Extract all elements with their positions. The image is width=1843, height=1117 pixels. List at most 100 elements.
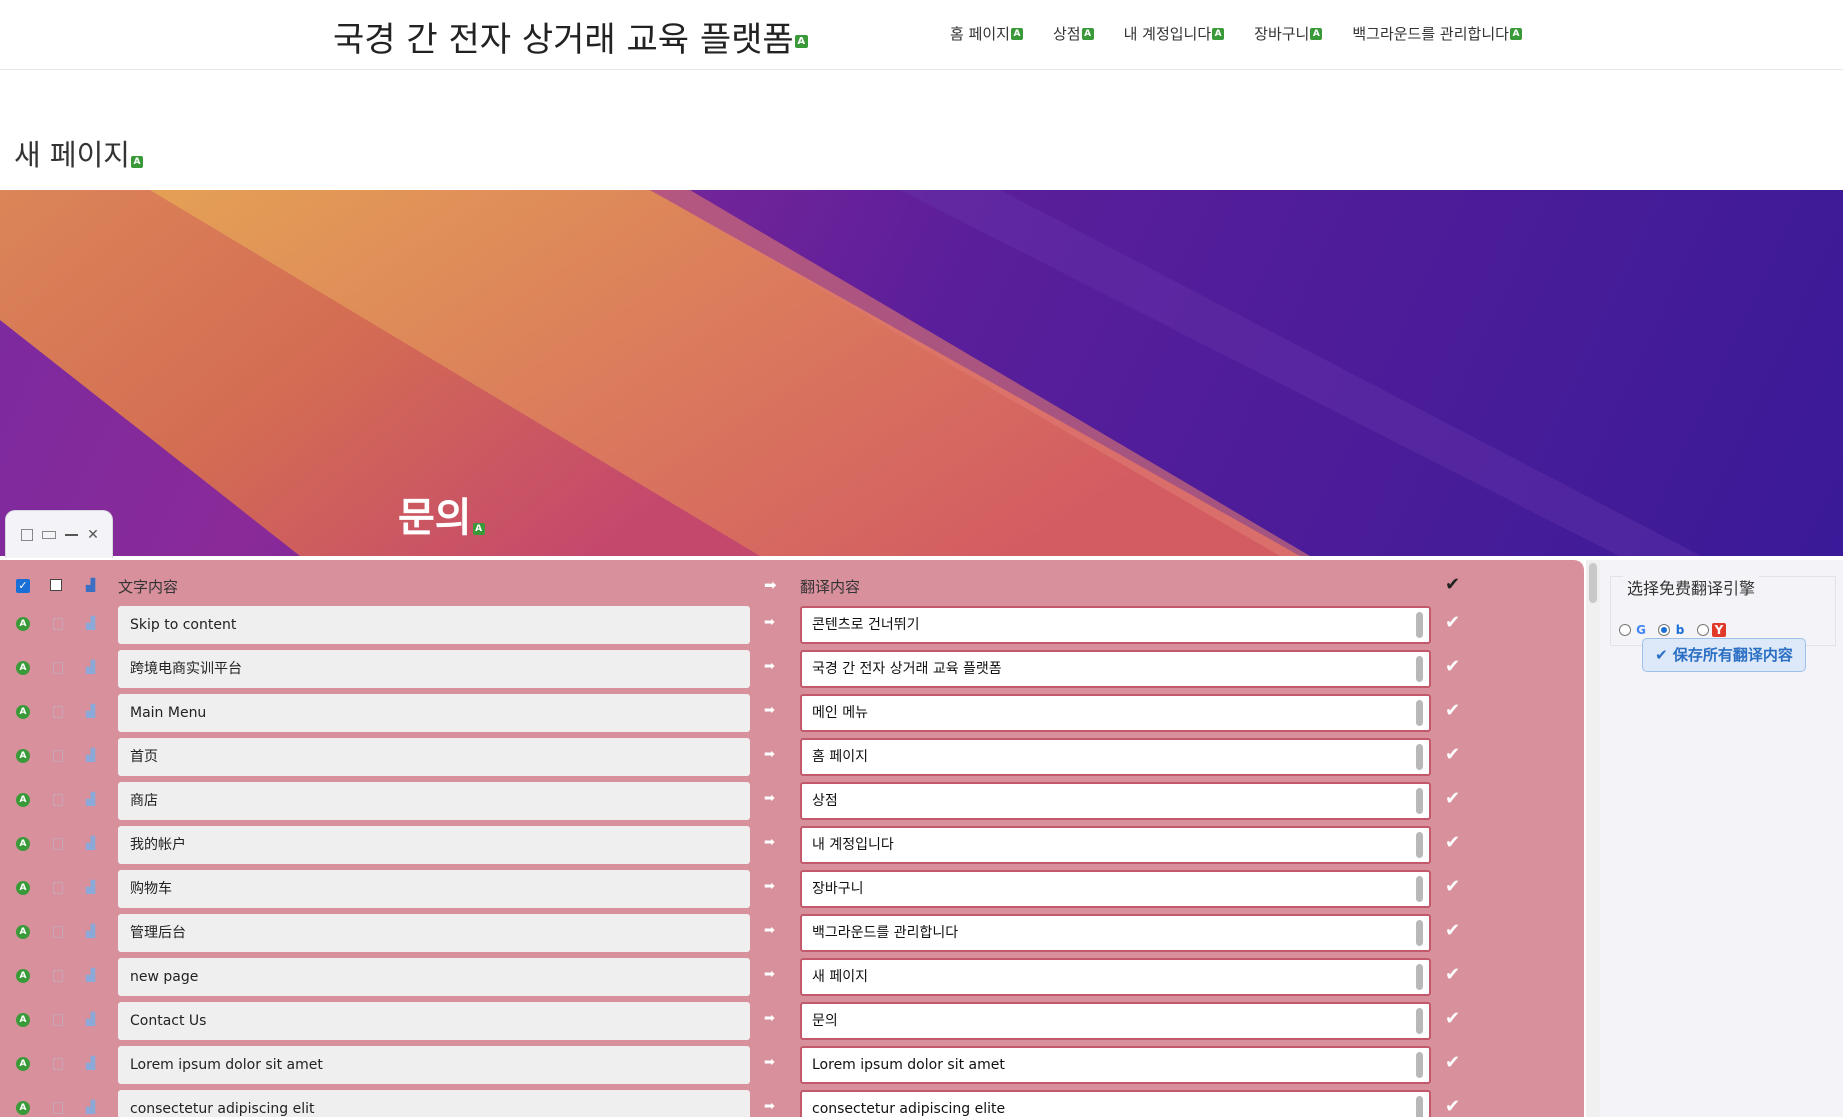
- source-text-field[interactable]: new page: [118, 958, 750, 996]
- clear-icon[interactable]: ▟: [86, 748, 95, 762]
- translate-badge-icon[interactable]: A: [1081, 27, 1094, 40]
- translation-text[interactable]: consectetur adipiscing elite: [812, 1101, 1005, 1117]
- source-text-field[interactable]: Contact Us: [118, 1002, 750, 1040]
- nav-label[interactable]: 내 계정입니다: [1124, 23, 1212, 44]
- confirm-icon[interactable]: ✔: [1445, 876, 1460, 897]
- field-scrollbar[interactable]: [1416, 700, 1423, 726]
- field-scrollbar[interactable]: [1416, 788, 1423, 814]
- translate-badge-icon[interactable]: A: [16, 661, 30, 675]
- confirm-icon[interactable]: ✔: [1445, 700, 1460, 721]
- field-scrollbar[interactable]: [1416, 920, 1423, 946]
- confirm-all-icon[interactable]: ✔: [1445, 574, 1460, 595]
- confirm-icon[interactable]: ✔: [1445, 744, 1460, 765]
- translate-badge-icon[interactable]: A: [16, 925, 30, 939]
- nav-item-shop[interactable]: 상점 A: [1053, 23, 1094, 44]
- source-text-field[interactable]: 商店: [118, 782, 750, 820]
- translate-badge-icon[interactable]: A: [16, 1013, 30, 1027]
- confirm-icon[interactable]: ✔: [1445, 920, 1460, 941]
- translation-input[interactable]: 장바구니: [800, 870, 1431, 908]
- translate-badge-icon[interactable]: A: [16, 749, 30, 763]
- translate-badge-icon[interactable]: A: [16, 793, 30, 807]
- confirm-icon[interactable]: ✔: [1445, 1052, 1460, 1073]
- translation-input[interactable]: 콘텐츠로 건너뛰기: [800, 606, 1431, 644]
- nav-label[interactable]: 백그라운드를 관리합니다: [1352, 23, 1509, 44]
- source-text-field[interactable]: 跨境电商实训平台: [118, 650, 750, 688]
- translate-badge-icon[interactable]: A: [16, 705, 30, 719]
- confirm-icon[interactable]: ✔: [1445, 612, 1460, 633]
- source-text-field[interactable]: 我的帐户: [118, 826, 750, 864]
- translate-badge-icon[interactable]: A: [1509, 27, 1522, 40]
- panel-scrollbar[interactable]: [1586, 560, 1600, 1117]
- copy-icon[interactable]: [53, 662, 63, 674]
- nav-item-admin[interactable]: 백그라운드를 관리합니다 A: [1352, 23, 1522, 44]
- copy-icon[interactable]: [53, 1102, 63, 1114]
- confirm-icon[interactable]: ✔: [1445, 656, 1460, 677]
- nav-item-account[interactable]: 내 계정입니다 A: [1124, 23, 1225, 44]
- clear-icon[interactable]: ▟: [86, 1056, 95, 1070]
- translation-text[interactable]: 장바구니: [812, 881, 864, 897]
- source-text-field[interactable]: Skip to content: [118, 606, 750, 644]
- maximize-icon[interactable]: [42, 528, 56, 542]
- clear-icon[interactable]: ▟: [86, 924, 95, 938]
- confirm-icon[interactable]: ✔: [1445, 788, 1460, 809]
- translate-badge-icon[interactable]: A: [16, 837, 30, 851]
- scrollbar-thumb[interactable]: [1589, 563, 1597, 603]
- translation-text[interactable]: 문의: [812, 1013, 838, 1029]
- copy-icon[interactable]: [53, 1058, 63, 1070]
- field-scrollbar[interactable]: [1416, 876, 1423, 902]
- translation-input[interactable]: 메인 메뉴: [800, 694, 1431, 732]
- copy-icon[interactable]: [53, 970, 63, 982]
- field-scrollbar[interactable]: [1416, 1052, 1423, 1078]
- translate-badge-icon[interactable]: A: [794, 35, 808, 48]
- confirm-icon[interactable]: ✔: [1445, 1096, 1460, 1117]
- source-text-field[interactable]: consectetur adipiscing elit: [118, 1090, 750, 1117]
- translate-badge-icon[interactable]: A: [130, 156, 143, 168]
- clear-icon[interactable]: ▟: [86, 968, 95, 982]
- translation-input[interactable]: 새 페이지: [800, 958, 1431, 996]
- clear-icon[interactable]: ▟: [86, 880, 95, 894]
- translation-input[interactable]: 국경 간 전자 상거래 교육 플랫폼: [800, 650, 1431, 688]
- translation-input[interactable]: consectetur adipiscing elite: [800, 1090, 1431, 1117]
- nav-label[interactable]: 상점: [1053, 23, 1081, 44]
- source-text-field[interactable]: 购物车: [118, 870, 750, 908]
- translation-text[interactable]: 홈 페이지: [812, 749, 868, 765]
- confirm-icon[interactable]: ✔: [1445, 964, 1460, 985]
- translate-badge-icon[interactable]: A: [472, 523, 485, 535]
- nav-label[interactable]: 홈 페이지: [950, 23, 1010, 44]
- translate-badge-icon[interactable]: A: [16, 969, 30, 983]
- translate-badge-icon[interactable]: A: [1010, 27, 1023, 40]
- translate-badge-icon[interactable]: A: [16, 1101, 30, 1115]
- engine-radio[interactable]: [1658, 624, 1670, 636]
- engine-option-youdao[interactable]: Y: [1697, 623, 1726, 637]
- translation-input[interactable]: 홈 페이지: [800, 738, 1431, 776]
- copy-icon[interactable]: [53, 838, 63, 850]
- field-scrollbar[interactable]: [1416, 656, 1423, 682]
- copy-icon[interactable]: [53, 882, 63, 894]
- clear-icon[interactable]: ▟: [86, 616, 95, 630]
- translate-badge-icon[interactable]: A: [16, 881, 30, 895]
- select-all-checkbox[interactable]: ✓: [16, 579, 30, 593]
- translate-badge-icon[interactable]: A: [1310, 27, 1323, 40]
- source-text-field[interactable]: 首页: [118, 738, 750, 776]
- translation-input[interactable]: 상점: [800, 782, 1431, 820]
- copy-icon[interactable]: [53, 750, 63, 762]
- site-title[interactable]: 국경 간 전자 상거래 교육 플랫폼 A: [333, 12, 808, 61]
- copy-icon[interactable]: [53, 926, 63, 938]
- translation-input[interactable]: 문의: [800, 1002, 1431, 1040]
- clear-icon[interactable]: ▟: [86, 1100, 95, 1114]
- minimize-icon[interactable]: [64, 528, 78, 542]
- confirm-icon[interactable]: ✔: [1445, 832, 1460, 853]
- translation-input[interactable]: Lorem ipsum dolor sit amet: [800, 1046, 1431, 1084]
- copy-icon[interactable]: [53, 794, 63, 806]
- translation-text[interactable]: 새 페이지: [812, 969, 868, 985]
- field-scrollbar[interactable]: [1416, 1008, 1423, 1034]
- clear-icon[interactable]: ▟: [86, 792, 95, 806]
- restore-icon[interactable]: [20, 528, 34, 542]
- translation-text[interactable]: 메인 메뉴: [812, 705, 868, 721]
- field-scrollbar[interactable]: [1416, 612, 1423, 638]
- source-text-field[interactable]: Lorem ipsum dolor sit amet: [118, 1046, 750, 1084]
- save-all-translations-button[interactable]: ✔ 保存所有翻译内容: [1642, 638, 1806, 672]
- clear-icon[interactable]: ▟: [86, 1012, 95, 1026]
- field-scrollbar[interactable]: [1416, 1096, 1423, 1117]
- translation-text[interactable]: 내 계정입니다: [812, 837, 894, 853]
